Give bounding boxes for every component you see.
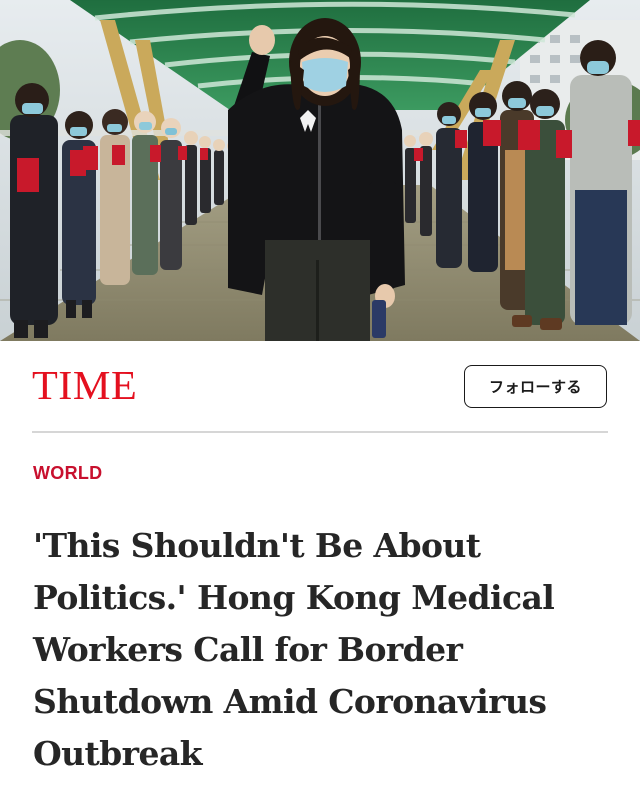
time-logo[interactable]: TIME (32, 365, 137, 406)
follow-button[interactable]: フォローする (464, 365, 607, 408)
divider (32, 431, 608, 433)
hero-photo[interactable] (0, 0, 640, 341)
photo-image (0, 0, 640, 341)
section-label[interactable]: WORLD (33, 463, 102, 484)
publisher-header: TIME フォローする (0, 341, 640, 431)
article-headline[interactable]: 'This Shouldn't Be About Politics.' Hong… (33, 520, 613, 780)
